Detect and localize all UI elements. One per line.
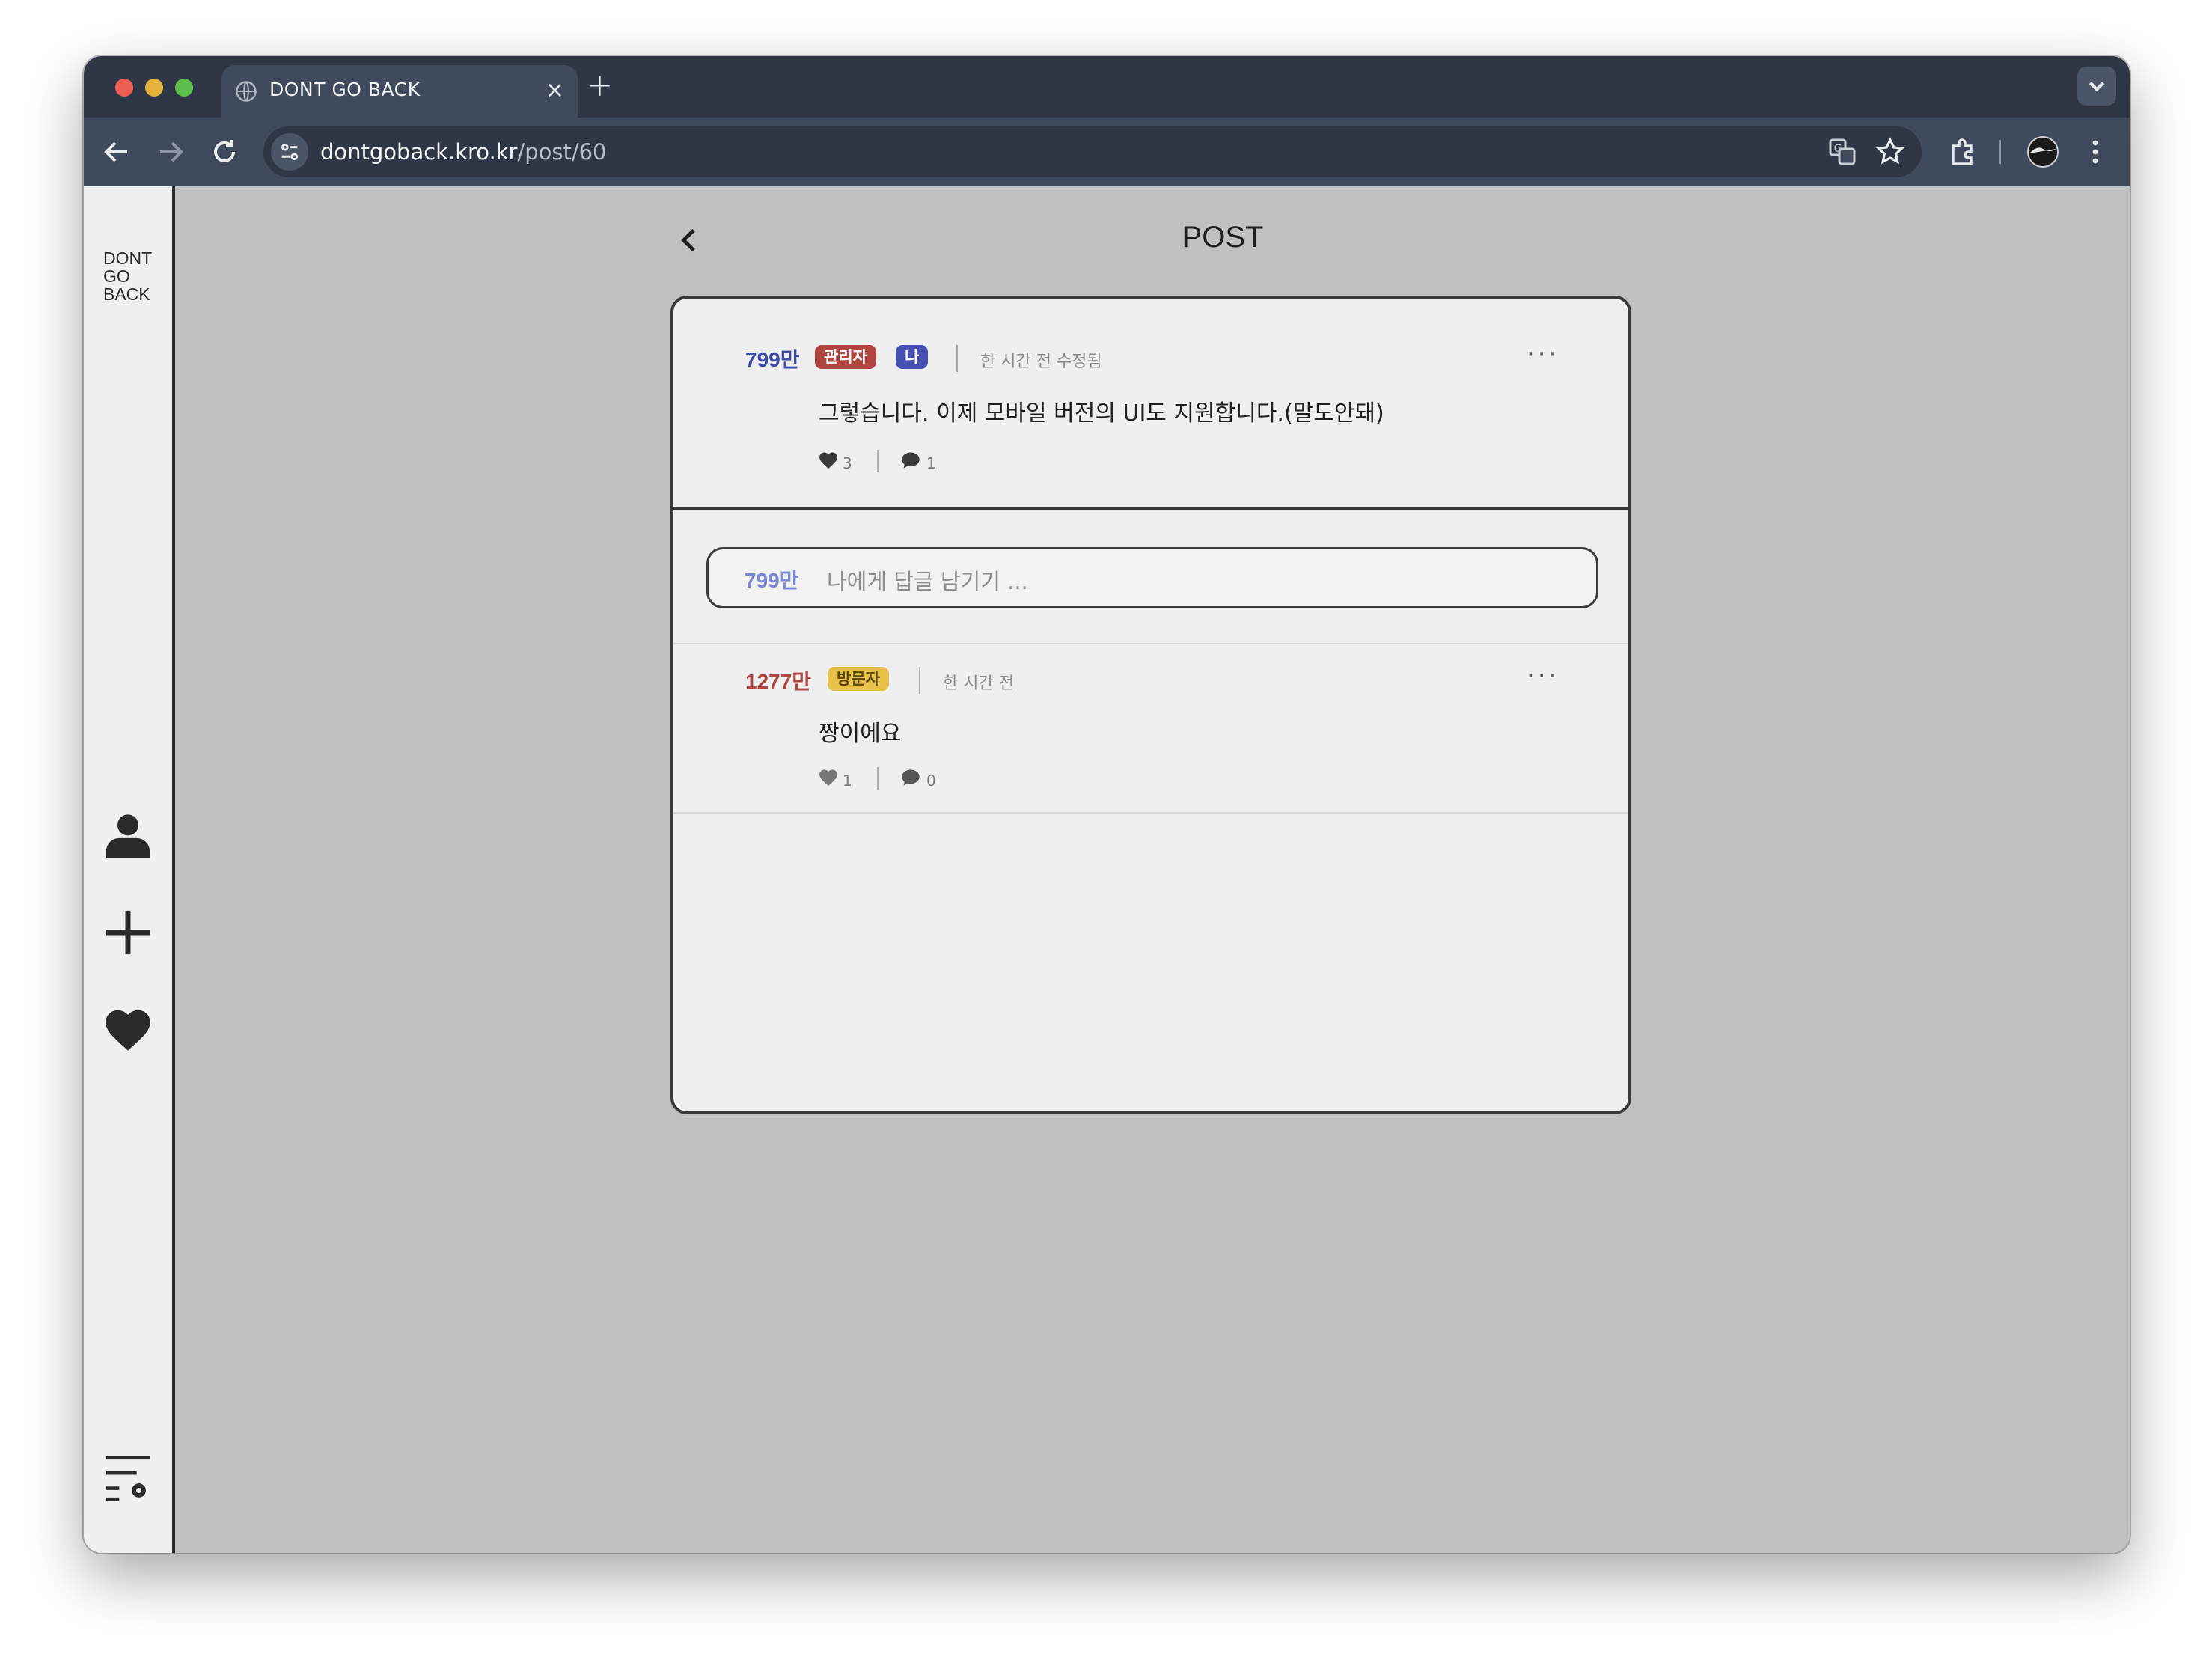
comment-author[interactable]: 1277만 bbox=[745, 665, 811, 695]
bookmark-star-icon[interactable] bbox=[1872, 134, 1908, 170]
stat-separator bbox=[877, 450, 879, 472]
comment-bubble-icon[interactable] bbox=[899, 767, 922, 788]
reply-placeholder[interactable]: 나에게 답글 남기기 ... bbox=[827, 564, 1028, 596]
me-badge: 나 bbox=[896, 345, 929, 369]
tab-search-button[interactable] bbox=[2077, 67, 2116, 106]
browser-toolbar: dontgoback.kro.kr/post/60 G bbox=[84, 118, 2130, 186]
heart-icon[interactable] bbox=[102, 1004, 154, 1056]
close-window-button[interactable] bbox=[115, 79, 133, 97]
forward-arrow-icon[interactable] bbox=[153, 134, 189, 170]
minimize-window-button[interactable] bbox=[145, 79, 163, 97]
reply-author: 799만 bbox=[745, 569, 799, 592]
comment-content: 짱이에요 bbox=[819, 721, 902, 747]
comment-divider bbox=[673, 643, 1628, 644]
post-author[interactable]: 799만 bbox=[745, 344, 799, 373]
more-vert-icon[interactable] bbox=[2077, 134, 2113, 170]
admin-badge: 관리자 bbox=[815, 345, 876, 369]
url-path: /post/60 bbox=[517, 139, 607, 165]
translate-icon[interactable]: G bbox=[1824, 134, 1860, 170]
extensions-icon[interactable] bbox=[1946, 134, 1982, 170]
chevron-down-icon bbox=[2089, 82, 2105, 92]
sidebar: DONT GO BACK bbox=[84, 186, 175, 1553]
post-more-button[interactable]: ··· bbox=[1527, 339, 1559, 369]
comment-meta: 한 시간 전 bbox=[943, 674, 1014, 693]
address-bar[interactable]: dontgoback.kro.kr/post/60 G bbox=[263, 126, 1922, 177]
reply-input[interactable]: 799만 나에게 답글 남기기 ... bbox=[706, 547, 1598, 608]
url-host: dontgoback.kro.kr bbox=[320, 139, 518, 165]
browser-tab[interactable]: DONT GO BACK × bbox=[221, 65, 578, 118]
like-count: 3 bbox=[843, 454, 852, 472]
app-logo[interactable]: DONT GO BACK bbox=[103, 249, 152, 303]
comment-bubble-icon[interactable] bbox=[899, 450, 922, 471]
toolbar-divider bbox=[1999, 140, 2001, 164]
visitor-badge: 방문자 bbox=[828, 667, 889, 691]
browser-window: DONT GO BACK × + dontgoback.kro.kr/post/… bbox=[84, 56, 2130, 1553]
post-card: 799만 관리자 나 한 시간 전 수정됨 ··· 그렇습니다. 이제 모바일 … bbox=[670, 296, 1631, 1114]
settings-list-icon[interactable] bbox=[102, 1451, 154, 1504]
post-meta: 한 시간 전 수정됨 bbox=[980, 353, 1102, 371]
app-area: DONT GO BACK POST 799만 관리자 나 한 시간 전 수정됨 … bbox=[84, 186, 2130, 1553]
back-arrow-icon[interactable] bbox=[99, 134, 135, 170]
post-content: 그렇습니다. 이제 모바일 버전의 UI도 지원합니다.(말도안돼) bbox=[819, 400, 1384, 427]
like-heart-icon[interactable] bbox=[817, 450, 840, 471]
tab-title: DONT GO BACK bbox=[269, 79, 421, 100]
globe-icon bbox=[236, 81, 257, 102]
comment-more-button[interactable]: ··· bbox=[1527, 661, 1559, 691]
back-chevron-icon[interactable] bbox=[675, 225, 705, 255]
meta-separator bbox=[956, 345, 958, 372]
like-heart-icon[interactable] bbox=[817, 767, 840, 788]
profile-avatar-icon[interactable] bbox=[2025, 134, 2061, 170]
comment-count: 0 bbox=[926, 772, 936, 790]
site-info-icon[interactable] bbox=[271, 133, 308, 171]
maximize-window-button[interactable] bbox=[175, 79, 193, 97]
like-count: 1 bbox=[843, 772, 852, 790]
svg-text:G: G bbox=[1834, 143, 1842, 155]
meta-separator bbox=[919, 667, 920, 694]
post-main: 799만 관리자 나 한 시간 전 수정됨 ··· 그렇습니다. 이제 모바일 … bbox=[673, 299, 1628, 510]
comment-count: 1 bbox=[926, 454, 936, 472]
page-title: POST bbox=[1182, 221, 1264, 254]
reload-icon[interactable] bbox=[207, 134, 242, 170]
tab-close-icon[interactable]: × bbox=[546, 77, 564, 103]
user-icon[interactable] bbox=[102, 808, 154, 860]
url-text: dontgoback.kro.kr/post/60 bbox=[320, 139, 607, 165]
plus-icon[interactable] bbox=[102, 906, 154, 959]
comment-divider bbox=[673, 812, 1628, 814]
stat-separator bbox=[877, 767, 879, 790]
tab-strip: DONT GO BACK × + bbox=[84, 56, 2130, 118]
new-tab-button[interactable]: + bbox=[587, 67, 613, 103]
